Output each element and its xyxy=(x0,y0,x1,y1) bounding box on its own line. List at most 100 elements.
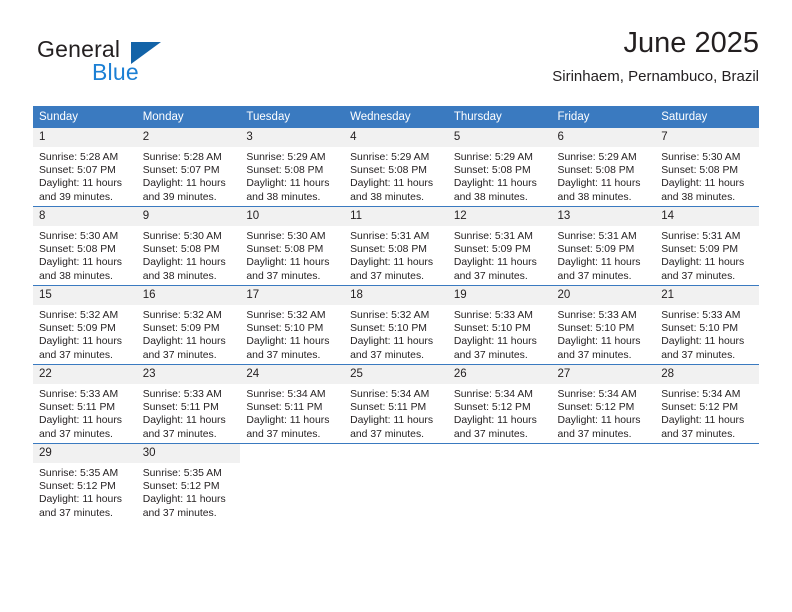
sunset-text: Sunset: 5:11 PM xyxy=(246,402,323,414)
sunset-text: Sunset: 5:10 PM xyxy=(661,323,739,335)
day-number xyxy=(655,444,759,463)
calendar-day-cell[interactable]: 13 Sunrise: 5:31 AM Sunset: 5:09 PM Dayligh… xyxy=(551,206,656,286)
sunset-text: Sunset: 5:12 PM xyxy=(557,402,635,414)
calendar-cell-empty xyxy=(344,443,448,522)
day-details: Sunrise: 5:30 AM Sunset: 5:08 PM Daylight:… xyxy=(240,226,344,283)
calendar-day-cell[interactable]: 2 Sunrise: 5:28 AM Sunset: 5:07 PM Daylight… xyxy=(136,128,241,207)
day-number: 15 xyxy=(33,286,137,305)
calendar-day-cell[interactable]: 9 Sunrise: 5:30 AM Sunset: 5:08 PM Daylight… xyxy=(136,206,241,286)
daylight-text: Daylight: 11 hours and 38 minutes. xyxy=(350,178,434,203)
daylight-text: Daylight: 11 hours and 38 minutes. xyxy=(453,178,537,203)
day-number: 4 xyxy=(344,128,448,147)
daylight-text: Daylight: 11 hours and 37 minutes. xyxy=(661,257,745,282)
daylight-text: Daylight: 11 hours and 37 minutes. xyxy=(142,336,226,361)
sunrise-text: Sunrise: 5:30 AM xyxy=(142,231,222,242)
sunset-text: Sunset: 5:07 PM xyxy=(142,165,220,177)
calendar-day-cell[interactable]: 21 Sunrise: 5:33 AM Sunset: 5:10 PM Dayligh… xyxy=(655,285,759,365)
sunset-text: Sunset: 5:08 PM xyxy=(350,244,427,256)
calendar-day-cell[interactable]: 19 Sunrise: 5:33 AM Sunset: 5:10 PM Dayligh… xyxy=(447,285,552,365)
sunset-text: Sunset: 5:08 PM xyxy=(661,165,739,177)
calendar-week-row: 1 Sunrise: 5:28 AM Sunset: 5:07 PM Daylight… xyxy=(33,128,759,207)
day-number: 18 xyxy=(344,286,448,305)
daylight-text: Daylight: 11 hours and 39 minutes. xyxy=(142,178,226,203)
calendar-day-cell[interactable]: 24 Sunrise: 5:34 AM Sunset: 5:11 PM Dayligh… xyxy=(240,364,345,444)
calendar-day-cell[interactable]: 1 Sunrise: 5:28 AM Sunset: 5:07 PM Daylight… xyxy=(33,128,137,207)
sunset-text: Sunset: 5:10 PM xyxy=(453,323,531,335)
day-number: 10 xyxy=(240,207,345,226)
calendar-day-cell[interactable]: 6 Sunrise: 5:29 AM Sunset: 5:08 PM Daylight… xyxy=(551,128,656,207)
sunset-text: Sunset: 5:08 PM xyxy=(39,244,116,256)
sunrise-text: Sunrise: 5:35 AM xyxy=(39,468,119,479)
calendar-day-cell[interactable]: 30 Sunrise: 5:35 AM Sunset: 5:12 PM Dayligh… xyxy=(136,443,241,522)
sunrise-text: Sunrise: 5:33 AM xyxy=(142,389,222,400)
weekday-header-wednesday: Wednesday xyxy=(344,106,448,128)
sunset-text: Sunset: 5:09 PM xyxy=(661,244,739,256)
weekday-header-saturday: Saturday xyxy=(655,106,759,128)
daylight-text: Daylight: 11 hours and 37 minutes. xyxy=(350,336,434,361)
generalblue-logo[interactable]: General Blue xyxy=(33,28,263,90)
day-number: 8 xyxy=(33,207,137,226)
day-details: Sunrise: 5:34 AM Sunset: 5:12 PM Daylight:… xyxy=(655,384,759,441)
calendar-day-cell[interactable]: 17 Sunrise: 5:32 AM Sunset: 5:10 PM Dayligh… xyxy=(240,285,345,365)
day-number: 5 xyxy=(447,128,552,147)
sunrise-text: Sunrise: 5:35 AM xyxy=(142,468,222,479)
daylight-text: Daylight: 11 hours and 37 minutes. xyxy=(142,494,226,519)
calendar-day-cell[interactable]: 4 Sunrise: 5:29 AM Sunset: 5:08 PM Daylight… xyxy=(344,128,448,207)
sunrise-text: Sunrise: 5:29 AM xyxy=(350,152,430,163)
daylight-text: Daylight: 11 hours and 37 minutes. xyxy=(661,415,745,440)
calendar-day-cell[interactable]: 22 Sunrise: 5:33 AM Sunset: 5:11 PM Dayligh… xyxy=(33,364,137,444)
day-number xyxy=(240,444,345,463)
day-details: Sunrise: 5:33 AM Sunset: 5:11 PM Daylight:… xyxy=(33,384,137,441)
calendar-day-cell[interactable]: 23 Sunrise: 5:33 AM Sunset: 5:11 PM Dayligh… xyxy=(136,364,241,444)
day-details: Sunrise: 5:28 AM Sunset: 5:07 PM Daylight:… xyxy=(33,147,137,204)
calendar-day-cell[interactable]: 16 Sunrise: 5:32 AM Sunset: 5:09 PM Dayligh… xyxy=(136,285,241,365)
day-details: Sunrise: 5:33 AM Sunset: 5:10 PM Daylight:… xyxy=(655,305,759,362)
calendar-day-cell[interactable]: 27 Sunrise: 5:34 AM Sunset: 5:12 PM Dayligh… xyxy=(551,364,656,444)
calendar-day-cell[interactable]: 10 Sunrise: 5:30 AM Sunset: 5:08 PM Dayligh… xyxy=(240,206,345,286)
day-number: 24 xyxy=(240,365,345,384)
day-number: 22 xyxy=(33,365,137,384)
day-details: Sunrise: 5:34 AM Sunset: 5:12 PM Daylight:… xyxy=(448,384,552,441)
calendar-day-cell[interactable]: 8 Sunrise: 5:30 AM Sunset: 5:08 PM Daylight… xyxy=(33,206,137,286)
day-number xyxy=(447,444,552,463)
calendar-day-cell[interactable]: 26 Sunrise: 5:34 AM Sunset: 5:12 PM Dayligh… xyxy=(447,364,552,444)
calendar-day-cell[interactable]: 25 Sunrise: 5:34 AM Sunset: 5:11 PM Dayligh… xyxy=(344,364,448,444)
sunrise-text: Sunrise: 5:30 AM xyxy=(661,152,741,163)
calendar-day-cell[interactable]: 11 Sunrise: 5:31 AM Sunset: 5:08 PM Dayligh… xyxy=(344,206,448,286)
logo-text-general: General xyxy=(37,36,121,62)
day-details: Sunrise: 5:29 AM Sunset: 5:08 PM Daylight:… xyxy=(240,147,344,204)
calendar-cell-empty xyxy=(551,443,656,522)
daylight-text: Daylight: 11 hours and 37 minutes. xyxy=(453,257,537,282)
sunset-text: Sunset: 5:10 PM xyxy=(350,323,427,335)
title-block: June 2025 Sirinhaem, Pernambuco, Brazil xyxy=(552,27,759,85)
sunset-text: Sunset: 5:11 PM xyxy=(39,402,116,414)
weekday-header-tuesday: Tuesday xyxy=(240,106,345,128)
calendar-day-cell[interactable]: 7 Sunrise: 5:30 AM Sunset: 5:08 PM Daylight… xyxy=(655,128,759,207)
calendar-day-cell[interactable]: 28 Sunrise: 5:34 AM Sunset: 5:12 PM Dayligh… xyxy=(655,364,759,444)
calendar-day-cell[interactable]: 12 Sunrise: 5:31 AM Sunset: 5:09 PM Dayligh… xyxy=(447,206,552,286)
calendar-day-cell[interactable]: 5 Sunrise: 5:29 AM Sunset: 5:08 PM Daylight… xyxy=(447,128,552,207)
calendar-day-cell[interactable]: 15 Sunrise: 5:32 AM Sunset: 5:09 PM Dayligh… xyxy=(33,285,137,365)
sunset-text: Sunset: 5:08 PM xyxy=(350,165,427,177)
daylight-text: Daylight: 11 hours and 37 minutes. xyxy=(246,257,330,282)
daylight-text: Daylight: 11 hours and 37 minutes. xyxy=(39,415,122,440)
daylight-text: Daylight: 11 hours and 38 minutes. xyxy=(246,178,330,203)
day-details: Sunrise: 5:29 AM Sunset: 5:08 PM Daylight:… xyxy=(552,147,656,204)
calendar-day-cell[interactable]: 3 Sunrise: 5:29 AM Sunset: 5:08 PM Daylight… xyxy=(240,128,345,207)
sunrise-text: Sunrise: 5:31 AM xyxy=(453,231,533,242)
calendar-day-cell[interactable]: 18 Sunrise: 5:32 AM Sunset: 5:10 PM Dayligh… xyxy=(344,285,448,365)
day-details: Sunrise: 5:31 AM Sunset: 5:09 PM Daylight:… xyxy=(448,226,552,283)
calendar-header-row: Sunday Monday Tuesday Wednesday Thursday Frid… xyxy=(33,106,759,128)
sunrise-text: Sunrise: 5:33 AM xyxy=(661,310,741,321)
daylight-text: Daylight: 11 hours and 37 minutes. xyxy=(557,257,641,282)
calendar-day-cell[interactable]: 14 Sunrise: 5:31 AM Sunset: 5:09 PM Dayligh… xyxy=(655,206,759,286)
weekday-header-row: Sunday Monday Tuesday Wednesday Thursday Frid… xyxy=(33,106,759,128)
sunrise-text: Sunrise: 5:32 AM xyxy=(142,310,222,321)
page-header: General Blue June 2025 Sirinhaem, Pernam… xyxy=(33,27,759,98)
sunset-text: Sunset: 5:09 PM xyxy=(453,244,531,256)
page-subtitle: Sirinhaem, Pernambuco, Brazil xyxy=(552,67,759,85)
calendar-day-cell[interactable]: 20 Sunrise: 5:33 AM Sunset: 5:10 PM Dayligh… xyxy=(551,285,656,365)
sunrise-text: Sunrise: 5:30 AM xyxy=(39,231,119,242)
calendar-day-cell[interactable]: 29 Sunrise: 5:35 AM Sunset: 5:12 PM Dayligh… xyxy=(33,443,137,522)
sunrise-text: Sunrise: 5:29 AM xyxy=(557,152,637,163)
